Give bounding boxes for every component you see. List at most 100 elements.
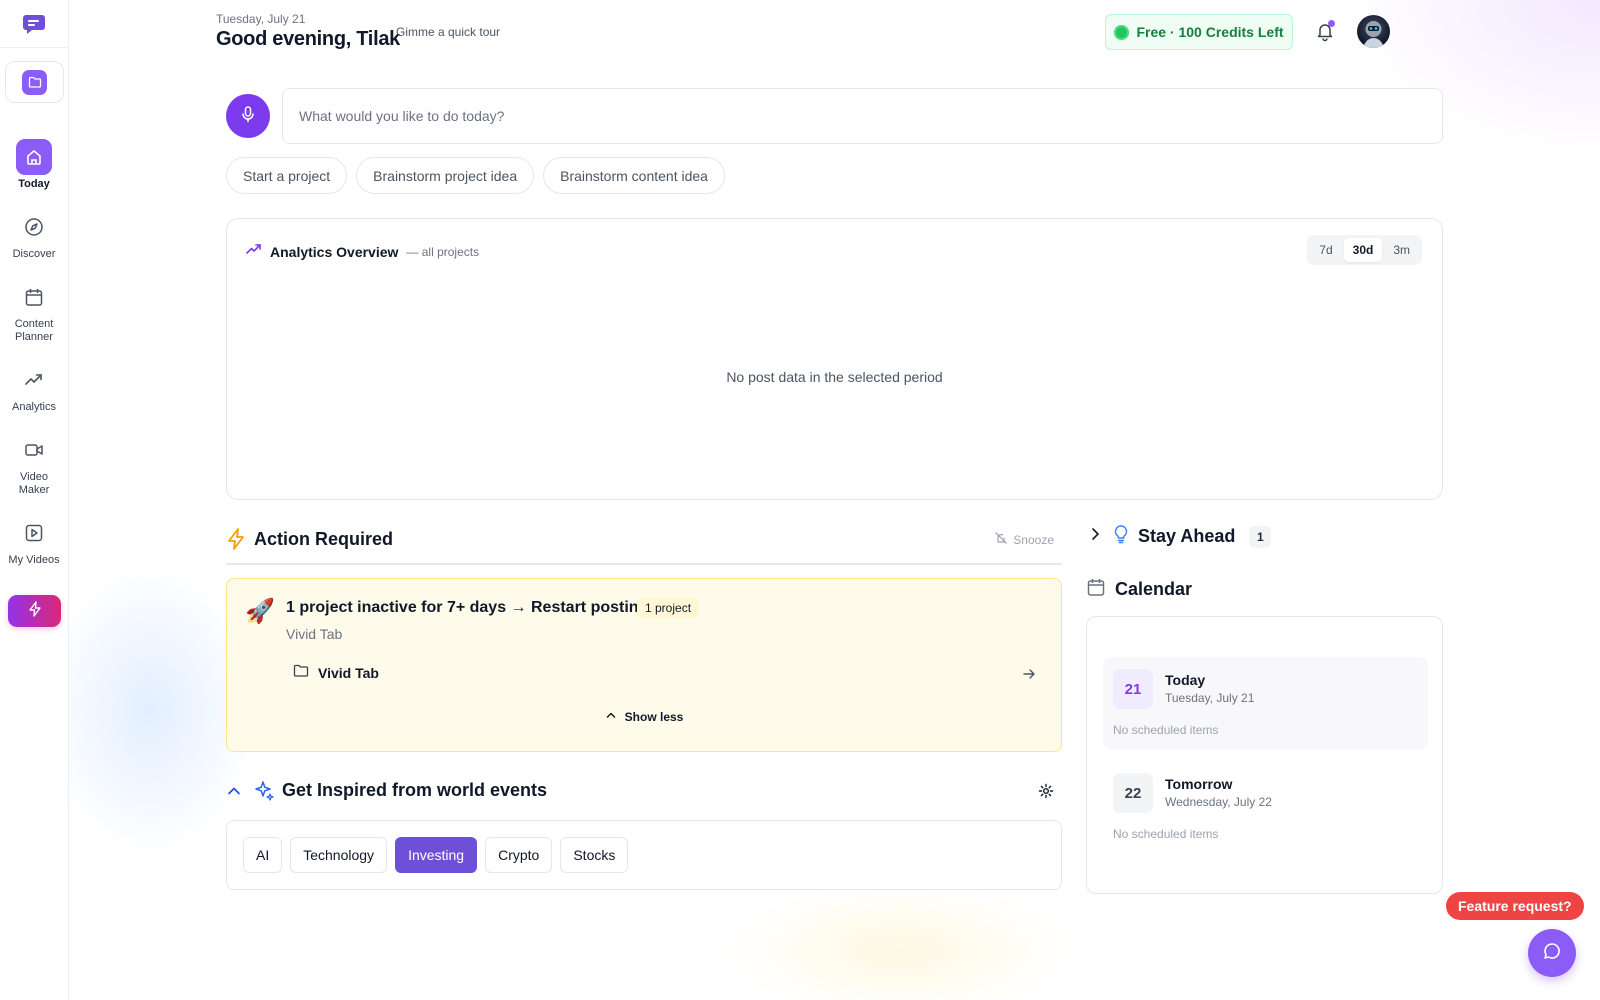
quick-tour-link[interactable]: Gimme a quick tour bbox=[396, 25, 500, 39]
trending-up-icon bbox=[16, 362, 52, 398]
action-required-title: Action Required bbox=[254, 529, 394, 549]
chevron-up-icon[interactable] bbox=[226, 783, 242, 804]
bell-icon bbox=[1314, 24, 1336, 46]
chat-bubble-icon bbox=[1542, 941, 1562, 966]
inspired-header: Get Inspired from world events bbox=[226, 778, 1062, 808]
sparkles-icon bbox=[253, 780, 275, 807]
suggestion-start-project[interactable]: Start a project bbox=[226, 157, 348, 194]
rocket-icon: 🚀 bbox=[245, 598, 275, 625]
sidebar-item-video-maker[interactable]: Video Maker bbox=[0, 432, 68, 497]
show-less-label: Show less bbox=[624, 709, 684, 724]
topic-tag-crypto[interactable]: Crypto bbox=[485, 837, 553, 873]
background-glow bbox=[720, 880, 1080, 1000]
topic-tag-ai[interactable]: AI bbox=[243, 837, 283, 873]
action-required-header: Action Required Snooze bbox=[226, 524, 1062, 565]
suggestion-brainstorm-project[interactable]: Brainstorm project idea bbox=[356, 157, 535, 194]
day-date: Tuesday, July 21 bbox=[1165, 691, 1255, 705]
current-date: Tuesday, July 21 bbox=[216, 12, 306, 26]
voice-input-button[interactable] bbox=[226, 94, 270, 138]
lightning-icon bbox=[27, 600, 43, 622]
sidebar-item-discover[interactable]: Discover bbox=[0, 209, 68, 261]
calendar-title: Calendar bbox=[1115, 579, 1193, 599]
sidebar-item-content-planner[interactable]: Content Planner bbox=[0, 279, 68, 344]
suggestion-chips: Start a project Brainstorm project idea … bbox=[226, 157, 725, 194]
lightning-icon bbox=[226, 528, 246, 555]
day-status: No scheduled items bbox=[1113, 827, 1219, 841]
status-dot-icon bbox=[1114, 24, 1130, 40]
sidebar-item-label: Today bbox=[18, 178, 50, 190]
inactive-projects-subtitle: Vivid Tab bbox=[286, 626, 343, 642]
gear-icon[interactable] bbox=[1038, 783, 1054, 804]
date-range-toggle: 7d 30d 3m bbox=[1307, 235, 1422, 265]
video-icon bbox=[16, 432, 52, 468]
arrow-right-icon[interactable] bbox=[1021, 666, 1037, 687]
analytics-title: Analytics Overview bbox=[270, 243, 399, 260]
calendar-day-tomorrow[interactable]: 22 Tomorrow Wednesday, July 22 No schedu… bbox=[1103, 761, 1428, 853]
folder-icon bbox=[22, 69, 47, 95]
calendar-icon bbox=[16, 279, 52, 315]
home-icon bbox=[16, 139, 52, 175]
show-less-button[interactable]: Show less bbox=[227, 709, 1061, 724]
calendar-icon bbox=[1086, 577, 1106, 602]
stay-ahead-count: 1 bbox=[1249, 525, 1272, 548]
lightbulb-icon bbox=[1112, 524, 1130, 549]
bell-off-icon bbox=[994, 531, 1008, 548]
chevron-right-icon bbox=[1086, 525, 1104, 548]
day-date: Wednesday, July 22 bbox=[1165, 795, 1272, 809]
sidebar-item-label: Discover bbox=[12, 248, 56, 260]
folder-icon bbox=[293, 664, 309, 681]
topic-tag-stocks[interactable]: Stocks bbox=[560, 837, 629, 873]
chevron-up-icon bbox=[605, 709, 617, 724]
sidebar-divider bbox=[0, 47, 68, 48]
upgrade-button[interactable] bbox=[8, 595, 61, 627]
calendar-card: 21 Today Tuesday, July 21 No scheduled i… bbox=[1086, 616, 1443, 894]
analytics-subtitle: — all projects bbox=[406, 244, 480, 259]
compass-icon bbox=[16, 209, 52, 245]
topic-tag-technology[interactable]: Technology bbox=[290, 837, 388, 873]
day-number: 21 bbox=[1113, 669, 1153, 709]
day-name: Today bbox=[1165, 672, 1206, 688]
avatar[interactable] bbox=[1357, 15, 1390, 48]
prompt-input[interactable] bbox=[282, 88, 1443, 144]
topic-tags: AI Technology Investing Crypto Stocks bbox=[226, 820, 1062, 890]
project-switcher[interactable] bbox=[5, 61, 64, 103]
day-number: 22 bbox=[1113, 773, 1153, 813]
topic-tag-investing[interactable]: Investing bbox=[395, 837, 478, 873]
day-name: Tomorrow bbox=[1165, 776, 1233, 792]
sidebar-item-label: My Videos bbox=[8, 554, 60, 566]
project-count-badge: 1 project bbox=[637, 597, 700, 619]
greeting-title: Good evening, Tilak bbox=[216, 28, 400, 50]
sidebar-item-label: Analytics bbox=[11, 401, 57, 413]
analytics-overview-card: Analytics Overview — all projects 7d 30d… bbox=[226, 218, 1443, 500]
sidebar-item-my-videos[interactable]: My Videos bbox=[0, 515, 68, 567]
trending-up-icon bbox=[246, 241, 262, 262]
sidebar-item-analytics[interactable]: Analytics bbox=[0, 362, 68, 414]
microphone-icon bbox=[239, 105, 257, 128]
snooze-button[interactable]: Snooze bbox=[994, 531, 1054, 548]
feature-request-button[interactable]: Feature request? bbox=[1446, 892, 1584, 920]
app-logo-icon[interactable] bbox=[22, 13, 46, 35]
inactive-projects-card: 🚀 1 project inactive for 7+ days → Resta… bbox=[226, 578, 1062, 752]
stay-ahead-header[interactable]: Stay Ahead 1 bbox=[1086, 524, 1272, 549]
notifications-button[interactable] bbox=[1314, 20, 1336, 42]
notification-dot bbox=[1328, 20, 1335, 27]
play-square-icon bbox=[16, 515, 52, 551]
credits-label: Free · 100 Credits Left bbox=[1136, 24, 1284, 40]
calendar-header: Calendar bbox=[1086, 577, 1192, 602]
range-3m[interactable]: 3m bbox=[1384, 238, 1419, 262]
stay-ahead-title: Stay Ahead bbox=[1138, 526, 1236, 546]
range-30d[interactable]: 30d bbox=[1343, 238, 1383, 262]
credits-badge[interactable]: Free · 100 Credits Left bbox=[1105, 14, 1293, 50]
calendar-day-today[interactable]: 21 Today Tuesday, July 21 No scheduled i… bbox=[1103, 657, 1428, 749]
sidebar-item-today[interactable]: Today bbox=[0, 139, 68, 191]
project-row-vivid-tab[interactable]: Vivid Tab bbox=[293, 664, 379, 681]
inspired-title: Get Inspired from world events bbox=[282, 780, 548, 800]
project-name: Vivid Tab bbox=[318, 664, 379, 681]
sidebar-item-label: Content Planner bbox=[14, 318, 54, 343]
day-status: No scheduled items bbox=[1113, 723, 1219, 737]
chat-button[interactable] bbox=[1528, 929, 1576, 977]
range-7d[interactable]: 7d bbox=[1310, 238, 1341, 262]
sidebar: Today Discover Content Planner Analytics… bbox=[0, 0, 69, 1000]
sidebar-item-label: Video Maker bbox=[18, 471, 50, 496]
suggestion-brainstorm-content[interactable]: Brainstorm content idea bbox=[543, 157, 725, 194]
